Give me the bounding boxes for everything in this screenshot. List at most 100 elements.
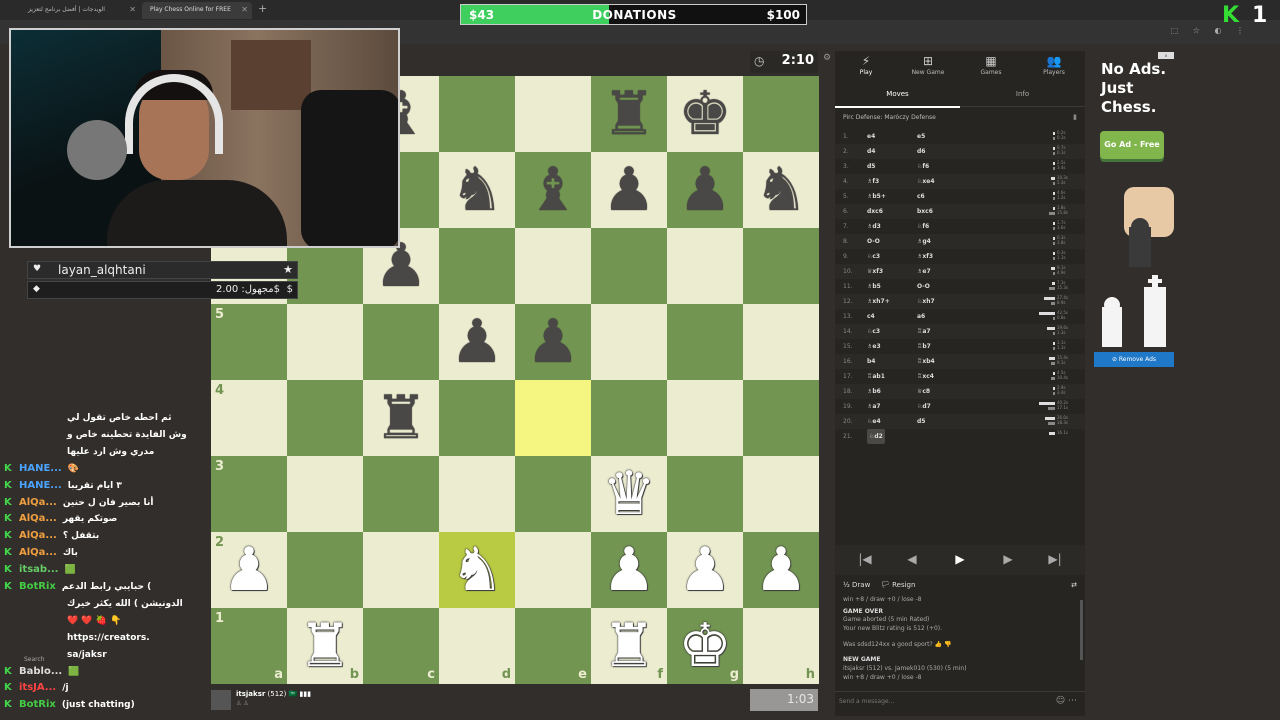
black-piece-d5[interactable]: ♟ [439, 304, 515, 380]
chat-username[interactable]: AlQa... [19, 513, 57, 524]
black-piece-e7[interactable]: ♝ [515, 152, 591, 228]
white-move[interactable]: ♘d2 [867, 429, 885, 444]
black-move[interactable]: ♖xb4 [917, 354, 935, 369]
black-piece-f8[interactable]: ♜ [591, 76, 667, 152]
browser-tab-widgets[interactable]: الويدجات | أفضل برنامج لتعزيز ✕ [20, 2, 140, 19]
close-icon[interactable]: ✕ [129, 5, 136, 14]
black-piece-d7[interactable]: ♞ [439, 152, 515, 228]
square-h1[interactable]: h [743, 608, 819, 684]
square-e2[interactable] [515, 532, 591, 608]
square-b3[interactable] [287, 456, 363, 532]
white-move[interactable]: ♗b6 [867, 384, 881, 399]
square-b5[interactable] [287, 304, 363, 380]
black-move[interactable]: ♖b7 [917, 339, 931, 354]
white-piece-b1[interactable]: ♜ [287, 608, 363, 684]
square-e8[interactable] [515, 76, 591, 152]
white-move[interactable]: b4 [867, 354, 875, 369]
previous-move-button[interactable]: ◀ [892, 552, 932, 566]
square-b2[interactable] [287, 532, 363, 608]
black-piece-h7[interactable]: ♞ [743, 152, 819, 228]
square-c1[interactable]: c [363, 608, 439, 684]
white-piece-g1[interactable]: ♚ [667, 608, 743, 684]
chat-username[interactable]: BotRix [19, 699, 56, 710]
nav-play[interactable]: ⚡ Play [835, 54, 897, 76]
white-piece-a2[interactable]: ♟ [211, 532, 287, 608]
chat-search[interactable]: Search [24, 656, 45, 663]
square-d1[interactable]: d [439, 608, 515, 684]
last-move-button[interactable]: ▶| [1035, 552, 1075, 566]
first-move-button[interactable]: |◀ [845, 552, 885, 566]
square-f5[interactable] [591, 304, 667, 380]
black-move[interactable]: ♗e7 [917, 264, 931, 279]
white-move[interactable]: ♘c3 [867, 324, 880, 339]
white-move[interactable]: d5 [867, 159, 875, 174]
chat-username[interactable]: itsJA... [19, 682, 56, 693]
white-move[interactable]: c4 [867, 309, 875, 324]
white-piece-f1[interactable]: ♜ [591, 608, 667, 684]
chat-username[interactable]: HANE... [19, 463, 62, 474]
draw-button[interactable]: ½ Draw [843, 581, 870, 589]
flip-icon[interactable]: ⇄ [1071, 581, 1077, 589]
square-g6[interactable] [667, 228, 743, 304]
nav-games[interactable]: ▦ Games [960, 54, 1022, 76]
white-move[interactable]: ♘e4 [867, 414, 881, 429]
square-a1[interactable]: 1a [211, 608, 287, 684]
white-move[interactable]: ♗b5+ [867, 189, 886, 204]
scrollbar[interactable] [1080, 600, 1083, 660]
browser-tab-chess[interactable]: Play Chess Online for FREE ✕ [142, 2, 252, 19]
square-d8[interactable] [439, 76, 515, 152]
black-move[interactable]: ♗xf3 [917, 249, 933, 264]
black-move[interactable]: ♘xe4 [917, 174, 935, 189]
white-move[interactable]: dxc6 [867, 204, 883, 219]
go-ad-free-button[interactable]: Go Ad - Free [1100, 131, 1164, 159]
close-icon[interactable]: ✕ [241, 5, 248, 14]
next-move-button[interactable]: ▶ [988, 552, 1028, 566]
square-d6[interactable] [439, 228, 515, 304]
remove-ads-button[interactable]: ⊘ Remove Ads [1094, 352, 1174, 367]
white-move[interactable]: ♗xh7+ [867, 294, 890, 309]
black-move[interactable]: ♘d7 [917, 399, 931, 414]
chat-username[interactable]: Bablo... [19, 666, 62, 677]
black-piece-g7[interactable]: ♟ [667, 152, 743, 228]
black-piece-g8[interactable]: ♚ [667, 76, 743, 152]
white-piece-h2[interactable]: ♟ [743, 532, 819, 608]
play-button[interactable]: ▶ [940, 552, 980, 566]
square-d3[interactable] [439, 456, 515, 532]
square-h4[interactable] [743, 380, 819, 456]
black-piece-c4[interactable]: ♜ [363, 380, 439, 456]
tab-moves[interactable]: Moves [835, 90, 960, 108]
white-piece-f3[interactable]: ♛ [591, 456, 667, 532]
white-move[interactable]: e4 [867, 129, 875, 144]
white-move[interactable]: ♘c3 [867, 249, 880, 264]
avatar[interactable] [211, 690, 231, 710]
white-move[interactable]: ♖ab1 [867, 369, 885, 384]
chat-input[interactable]: Send a message... ☺ ⋯ [835, 691, 1085, 713]
square-c3[interactable] [363, 456, 439, 532]
square-c5[interactable] [363, 304, 439, 380]
black-move[interactable]: ♗g4 [917, 234, 931, 249]
square-h6[interactable] [743, 228, 819, 304]
square-e3[interactable] [515, 456, 591, 532]
square-f4[interactable] [591, 380, 667, 456]
ad-close-icon[interactable]: x [1158, 52, 1174, 59]
square-f6[interactable] [591, 228, 667, 304]
square-g4[interactable] [667, 380, 743, 456]
square-h8[interactable] [743, 76, 819, 152]
square-g3[interactable] [667, 456, 743, 532]
thumbs-up-icon[interactable]: 👍 [935, 641, 942, 648]
white-piece-g2[interactable]: ♟ [667, 532, 743, 608]
nav-new-game[interactable]: ⊞ New Game [897, 54, 959, 76]
chat-username[interactable]: itsab... [19, 564, 58, 575]
white-move[interactable]: ♕xf3 [867, 264, 883, 279]
gear-icon[interactable]: ⚙ [823, 53, 831, 63]
square-e6[interactable] [515, 228, 591, 304]
black-move[interactable]: ♖a7 [917, 324, 931, 339]
opening-name[interactable]: Pirc Defense: Maróczy Defense [843, 114, 936, 121]
white-move[interactable]: ♗d3 [867, 219, 881, 234]
white-move[interactable]: O-O [867, 234, 880, 249]
tab-info[interactable]: Info [960, 90, 1085, 98]
square-a3[interactable]: 3 [211, 456, 287, 532]
new-tab-button[interactable]: + [258, 2, 267, 15]
white-piece-f2[interactable]: ♟ [591, 532, 667, 608]
black-move[interactable]: d6 [917, 144, 925, 159]
